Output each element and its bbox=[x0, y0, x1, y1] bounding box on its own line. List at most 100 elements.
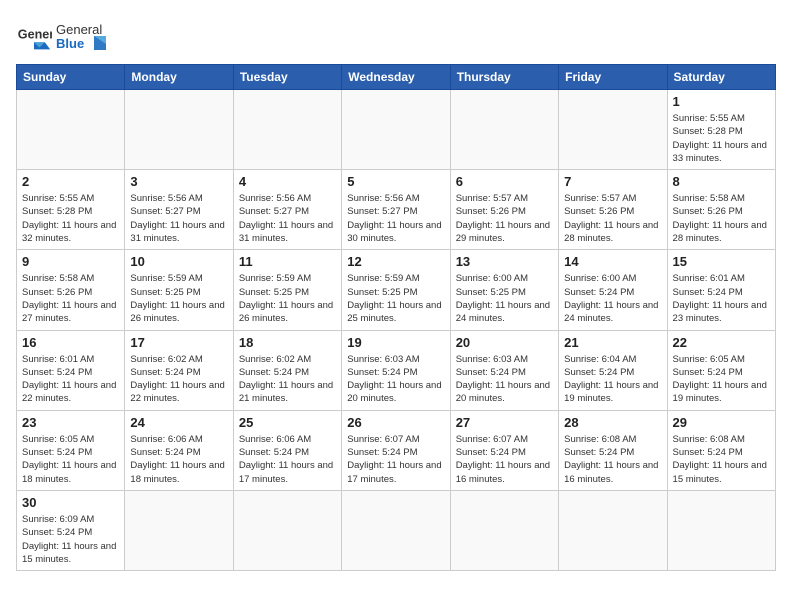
calendar-cell: 8 Sunrise: 5:58 AM Sunset: 5:26 PM Daylig… bbox=[667, 170, 775, 250]
day-number: 14 bbox=[564, 254, 661, 269]
day-info: Sunrise: 6:01 AM Sunset: 5:24 PM Dayligh… bbox=[673, 272, 770, 325]
logo: General General Blue bbox=[16, 16, 108, 54]
day-info: Sunrise: 5:58 AM Sunset: 5:26 PM Dayligh… bbox=[673, 192, 770, 245]
day-info: Sunrise: 6:07 AM Sunset: 5:24 PM Dayligh… bbox=[456, 433, 553, 486]
day-info: Sunrise: 6:02 AM Sunset: 5:24 PM Dayligh… bbox=[239, 353, 336, 406]
calendar-cell: 12 Sunrise: 5:59 AM Sunset: 5:25 PM Dayli… bbox=[342, 250, 450, 330]
calendar-cell: 29 Sunrise: 6:08 AM Sunset: 5:24 PM Dayli… bbox=[667, 410, 775, 490]
calendar-cell bbox=[450, 90, 558, 170]
day-number: 4 bbox=[239, 174, 336, 189]
calendar-cell: 11Sunrise: 5:59 AM Sunset: 5:25 PM Dayli… bbox=[233, 250, 341, 330]
day-number: 17 bbox=[130, 335, 227, 350]
calendar-cell: 18 Sunrise: 6:02 AM Sunset: 5:24 PM Dayli… bbox=[233, 330, 341, 410]
calendar-cell bbox=[125, 90, 233, 170]
weekday-header-row: Sunday Monday Tuesday Wednesday Thursday… bbox=[17, 65, 776, 90]
day-number: 28 bbox=[564, 415, 661, 430]
day-info: Sunrise: 6:05 AM Sunset: 5:24 PM Dayligh… bbox=[22, 433, 119, 486]
day-number: 2 bbox=[22, 174, 119, 189]
calendar-cell: 25 Sunrise: 6:06 AM Sunset: 5:24 PM Dayli… bbox=[233, 410, 341, 490]
day-number: 20 bbox=[456, 335, 553, 350]
day-info: Sunrise: 6:09 AM Sunset: 5:24 PM Dayligh… bbox=[22, 513, 119, 566]
logo-icon: General bbox=[16, 17, 52, 53]
calendar-cell: 28 Sunrise: 6:08 AM Sunset: 5:24 PM Dayli… bbox=[559, 410, 667, 490]
generalblue-logo: General Blue bbox=[56, 16, 108, 54]
calendar-cell bbox=[667, 490, 775, 570]
calendar-cell: 17 Sunrise: 6:02 AM Sunset: 5:24 PM Dayli… bbox=[125, 330, 233, 410]
day-number: 29 bbox=[673, 415, 770, 430]
calendar-cell: 27 Sunrise: 6:07 AM Sunset: 5:24 PM Dayli… bbox=[450, 410, 558, 490]
header-saturday: Saturday bbox=[667, 65, 775, 90]
day-number: 10 bbox=[130, 254, 227, 269]
calendar-cell: 1 Sunrise: 5:55 AM Sunset: 5:28 PM Daylig… bbox=[667, 90, 775, 170]
calendar-cell bbox=[125, 490, 233, 570]
day-number: 21 bbox=[564, 335, 661, 350]
calendar-cell bbox=[450, 490, 558, 570]
calendar-cell: 13 Sunrise: 6:00 AM Sunset: 5:25 PM Dayli… bbox=[450, 250, 558, 330]
logo-wordmark: General Blue bbox=[56, 16, 108, 54]
day-info: Sunrise: 6:00 AM Sunset: 5:25 PM Dayligh… bbox=[456, 272, 553, 325]
calendar-cell: 5Sunrise: 5:56 AM Sunset: 5:27 PM Daylig… bbox=[342, 170, 450, 250]
calendar-cell: 26 Sunrise: 6:07 AM Sunset: 5:24 PM Dayli… bbox=[342, 410, 450, 490]
day-info: Sunrise: 6:07 AM Sunset: 5:24 PM Dayligh… bbox=[347, 433, 444, 486]
day-info: Sunrise: 5:56 AM Sunset: 5:27 PM Dayligh… bbox=[239, 192, 336, 245]
day-number: 26 bbox=[347, 415, 444, 430]
day-info: Sunrise: 6:08 AM Sunset: 5:24 PM Dayligh… bbox=[564, 433, 661, 486]
day-info: Sunrise: 6:01 AM Sunset: 5:24 PM Dayligh… bbox=[22, 353, 119, 406]
calendar-row: 16Sunrise: 6:01 AM Sunset: 5:24 PM Dayli… bbox=[17, 330, 776, 410]
day-info: Sunrise: 6:04 AM Sunset: 5:24 PM Dayligh… bbox=[564, 353, 661, 406]
day-number: 5 bbox=[347, 174, 444, 189]
day-number: 8 bbox=[673, 174, 770, 189]
calendar-cell: 3Sunrise: 5:56 AM Sunset: 5:27 PM Daylig… bbox=[125, 170, 233, 250]
day-number: 19 bbox=[347, 335, 444, 350]
calendar-cell bbox=[233, 490, 341, 570]
calendar-cell: 30Sunrise: 6:09 AM Sunset: 5:24 PM Dayli… bbox=[17, 490, 125, 570]
calendar-cell: 6Sunrise: 5:57 AM Sunset: 5:26 PM Daylig… bbox=[450, 170, 558, 250]
calendar-cell: 23 Sunrise: 6:05 AM Sunset: 5:24 PM Dayli… bbox=[17, 410, 125, 490]
svg-text:General: General bbox=[18, 28, 52, 42]
calendar-cell: 16Sunrise: 6:01 AM Sunset: 5:24 PM Dayli… bbox=[17, 330, 125, 410]
calendar-row: 2 Sunrise: 5:55 AM Sunset: 5:28 PM Daylig… bbox=[17, 170, 776, 250]
header-monday: Monday bbox=[125, 65, 233, 90]
day-info: Sunrise: 5:55 AM Sunset: 5:28 PM Dayligh… bbox=[22, 192, 119, 245]
day-number: 12 bbox=[347, 254, 444, 269]
day-number: 11 bbox=[239, 254, 336, 269]
day-info: Sunrise: 5:55 AM Sunset: 5:28 PM Dayligh… bbox=[673, 112, 770, 165]
day-info: Sunrise: 6:08 AM Sunset: 5:24 PM Dayligh… bbox=[673, 433, 770, 486]
svg-text:Blue: Blue bbox=[56, 36, 84, 51]
day-info: Sunrise: 5:59 AM Sunset: 5:25 PM Dayligh… bbox=[347, 272, 444, 325]
calendar-row: 23 Sunrise: 6:05 AM Sunset: 5:24 PM Dayli… bbox=[17, 410, 776, 490]
calendar-cell: 9Sunrise: 5:58 AM Sunset: 5:26 PM Daylig… bbox=[17, 250, 125, 330]
day-number: 9 bbox=[22, 254, 119, 269]
day-number: 13 bbox=[456, 254, 553, 269]
calendar-cell: 21 Sunrise: 6:04 AM Sunset: 5:24 PM Dayli… bbox=[559, 330, 667, 410]
day-number: 25 bbox=[239, 415, 336, 430]
day-number: 18 bbox=[239, 335, 336, 350]
calendar-cell bbox=[559, 90, 667, 170]
day-info: Sunrise: 5:59 AM Sunset: 5:25 PM Dayligh… bbox=[130, 272, 227, 325]
day-info: Sunrise: 6:02 AM Sunset: 5:24 PM Dayligh… bbox=[130, 353, 227, 406]
day-number: 22 bbox=[673, 335, 770, 350]
calendar-cell: 20Sunrise: 6:03 AM Sunset: 5:24 PM Dayli… bbox=[450, 330, 558, 410]
calendar-row: 1 Sunrise: 5:55 AM Sunset: 5:28 PM Daylig… bbox=[17, 90, 776, 170]
calendar-row: 30Sunrise: 6:09 AM Sunset: 5:24 PM Dayli… bbox=[17, 490, 776, 570]
calendar-table: Sunday Monday Tuesday Wednesday Thursday… bbox=[16, 64, 776, 571]
day-number: 15 bbox=[673, 254, 770, 269]
day-number: 24 bbox=[130, 415, 227, 430]
day-info: Sunrise: 5:57 AM Sunset: 5:26 PM Dayligh… bbox=[564, 192, 661, 245]
header-friday: Friday bbox=[559, 65, 667, 90]
calendar-cell bbox=[559, 490, 667, 570]
day-number: 27 bbox=[456, 415, 553, 430]
day-number: 23 bbox=[22, 415, 119, 430]
day-number: 1 bbox=[673, 94, 770, 109]
day-info: Sunrise: 6:06 AM Sunset: 5:24 PM Dayligh… bbox=[239, 433, 336, 486]
day-number: 6 bbox=[456, 174, 553, 189]
day-number: 7 bbox=[564, 174, 661, 189]
day-info: Sunrise: 5:56 AM Sunset: 5:27 PM Dayligh… bbox=[130, 192, 227, 245]
calendar-cell: 22Sunrise: 6:05 AM Sunset: 5:24 PM Dayli… bbox=[667, 330, 775, 410]
day-info: Sunrise: 6:06 AM Sunset: 5:24 PM Dayligh… bbox=[130, 433, 227, 486]
day-info: Sunrise: 6:00 AM Sunset: 5:24 PM Dayligh… bbox=[564, 272, 661, 325]
calendar-cell bbox=[342, 490, 450, 570]
calendar-cell bbox=[233, 90, 341, 170]
header-thursday: Thursday bbox=[450, 65, 558, 90]
calendar-cell: 19Sunrise: 6:03 AM Sunset: 5:24 PM Dayli… bbox=[342, 330, 450, 410]
